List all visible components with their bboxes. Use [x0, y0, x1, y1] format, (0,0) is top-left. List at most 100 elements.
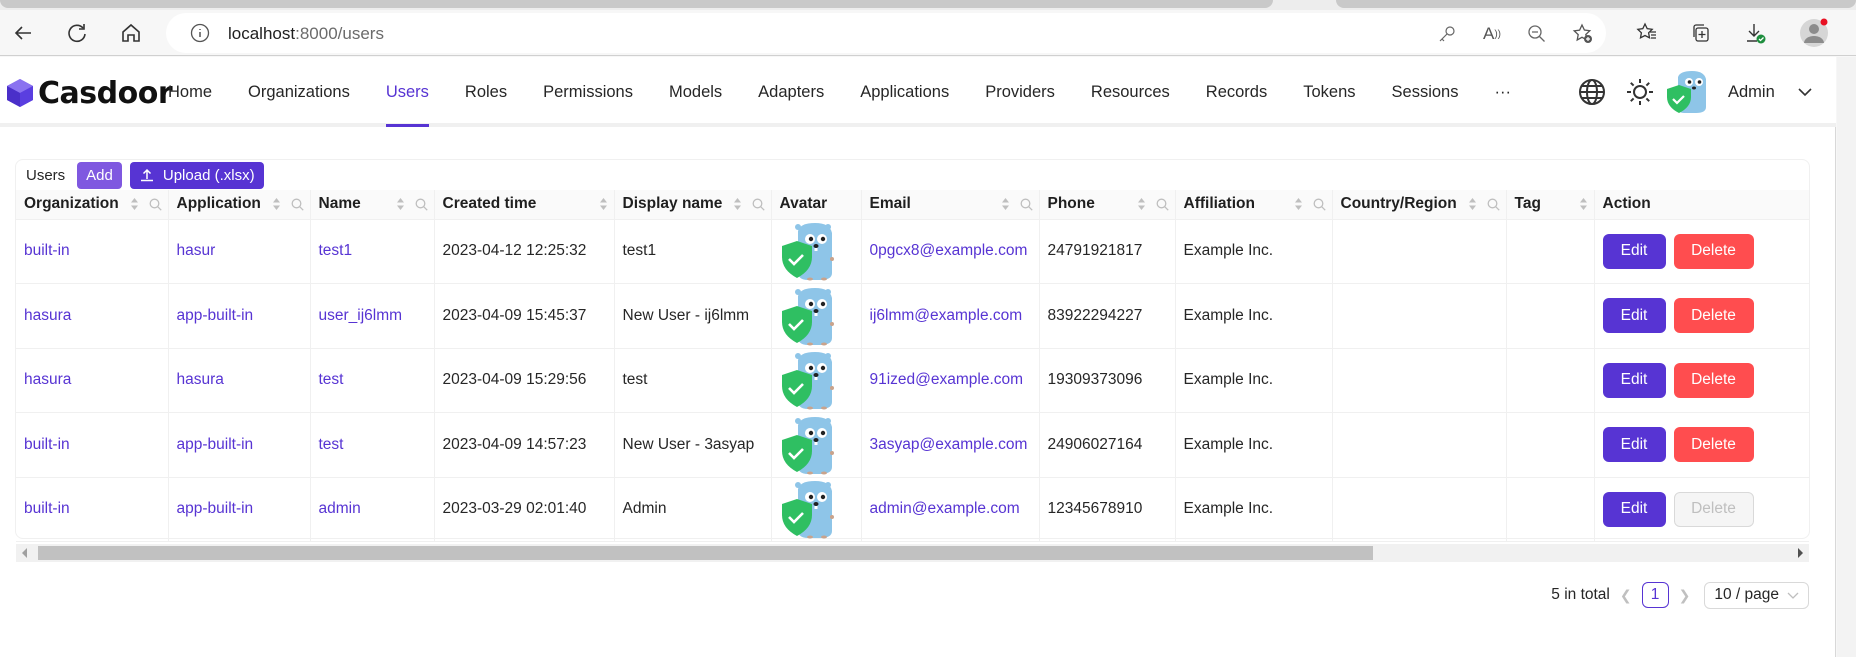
- browser-tab[interactable]: [1336, 0, 1856, 8]
- add-favorite-icon[interactable]: [1570, 21, 1596, 47]
- cell-name[interactable]: user_ij6lmm: [310, 283, 435, 349]
- column-header-application[interactable]: Application: [168, 190, 311, 220]
- nav-adapters[interactable]: Adapters: [740, 57, 842, 127]
- cell-email[interactable]: 3asyap@example.com: [861, 412, 1040, 478]
- cell-email[interactable]: 0pgcx8@example.com: [861, 219, 1040, 284]
- search-icon[interactable]: [1313, 198, 1326, 211]
- upload-xlsx-button[interactable]: Upload (.xlsx): [129, 161, 264, 189]
- sort-icon[interactable]: [272, 197, 281, 211]
- page-size-select[interactable]: 10 / page: [1704, 581, 1809, 609]
- nav-applications[interactable]: Applications: [842, 57, 967, 127]
- cell-name[interactable]: admin: [310, 477, 435, 542]
- zoom-out-icon[interactable]: [1524, 21, 1550, 47]
- info-icon[interactable]: [190, 23, 210, 43]
- scroll-right-arrow[interactable]: [1798, 548, 1803, 558]
- browser-tab[interactable]: [0, 0, 1273, 8]
- edit-button[interactable]: Edit: [1602, 298, 1666, 334]
- cell-organization[interactable]: hasura: [16, 283, 169, 349]
- nav-tokens[interactable]: Tokens: [1285, 57, 1373, 127]
- casdoor-logo[interactable]: Casdoor: [6, 73, 173, 113]
- cell-name[interactable]: test: [310, 348, 435, 413]
- profile-button[interactable]: [1797, 16, 1831, 50]
- cell-name[interactable]: test1: [310, 219, 435, 284]
- search-icon[interactable]: [415, 198, 428, 211]
- password-key-icon[interactable]: [1434, 21, 1460, 47]
- nav-resources[interactable]: Resources: [1073, 57, 1188, 127]
- search-icon[interactable]: [1487, 198, 1500, 211]
- nav-roles[interactable]: Roles: [447, 57, 525, 127]
- edit-button[interactable]: Edit: [1602, 491, 1666, 527]
- sort-icon[interactable]: [1137, 197, 1146, 211]
- user-avatar[interactable]: [1664, 69, 1710, 115]
- user-name[interactable]: Admin: [1728, 83, 1775, 102]
- cell-email[interactable]: admin@example.com: [861, 477, 1040, 542]
- sort-icon[interactable]: [1579, 197, 1588, 211]
- next-page-button[interactable]: ❯: [1679, 587, 1691, 604]
- theme-sun-icon[interactable]: [1626, 78, 1654, 106]
- delete-button[interactable]: Delete: [1673, 362, 1754, 398]
- cell-organization[interactable]: hasura: [16, 348, 169, 413]
- cell-application[interactable]: app-built-in: [168, 477, 311, 542]
- home-button[interactable]: [114, 16, 148, 50]
- search-icon[interactable]: [149, 198, 162, 211]
- column-header-organization[interactable]: Organization: [16, 190, 169, 220]
- sort-icon[interactable]: [1001, 197, 1010, 211]
- edit-button[interactable]: Edit: [1602, 362, 1666, 398]
- language-globe-icon[interactable]: [1578, 78, 1606, 106]
- page-scrollbar[interactable]: [1837, 57, 1856, 657]
- reload-button[interactable]: [60, 16, 94, 50]
- chevron-down-icon[interactable]: [1797, 84, 1813, 100]
- nav-organizations[interactable]: Organizations: [230, 57, 368, 127]
- scroll-left-arrow[interactable]: [22, 548, 27, 558]
- read-aloud-icon[interactable]: A)): [1479, 21, 1505, 47]
- column-header-country-region[interactable]: Country/Region: [1332, 190, 1507, 220]
- url-text[interactable]: localhost:8000/users: [228, 24, 384, 44]
- cell-application[interactable]: hasur: [168, 219, 311, 284]
- sort-icon[interactable]: [599, 197, 608, 211]
- cell-application[interactable]: app-built-in: [168, 412, 311, 478]
- back-button[interactable]: [6, 16, 40, 50]
- delete-button[interactable]: Delete: [1673, 233, 1754, 269]
- nav-models[interactable]: Models: [651, 57, 740, 127]
- cell-email[interactable]: 91ized@example.com: [861, 348, 1040, 413]
- delete-button[interactable]: Delete: [1673, 298, 1754, 334]
- search-icon[interactable]: [1020, 198, 1033, 211]
- downloads-button[interactable]: [1738, 16, 1772, 50]
- page-1-button[interactable]: 1: [1641, 582, 1669, 608]
- nav-home[interactable]: Home: [150, 57, 230, 127]
- cell-organization[interactable]: built-in: [16, 219, 169, 284]
- search-icon[interactable]: [1156, 198, 1169, 211]
- sort-icon[interactable]: [1468, 197, 1477, 211]
- nav-records[interactable]: Records: [1188, 57, 1285, 127]
- cell-application[interactable]: hasura: [168, 348, 311, 413]
- sort-icon[interactable]: [130, 197, 139, 211]
- column-header-name[interactable]: Name: [310, 190, 435, 220]
- nav-users[interactable]: Users: [368, 57, 447, 127]
- collections-button[interactable]: [1684, 16, 1718, 50]
- search-icon[interactable]: [752, 198, 765, 211]
- column-header-created-time[interactable]: Created time: [434, 190, 615, 220]
- sort-icon[interactable]: [733, 197, 742, 211]
- sort-icon[interactable]: [1294, 197, 1303, 211]
- scrollbar-thumb[interactable]: [38, 546, 1373, 560]
- column-header-tag[interactable]: Tag: [1506, 190, 1595, 220]
- horizontal-scrollbar[interactable]: [16, 544, 1809, 562]
- address-bar[interactable]: localhost:8000/users A)): [166, 13, 1606, 53]
- nav-providers[interactable]: Providers: [967, 57, 1073, 127]
- nav-more[interactable]: ···: [1476, 57, 1528, 127]
- column-header-phone[interactable]: Phone: [1039, 190, 1176, 220]
- prev-page-button[interactable]: ❮: [1620, 587, 1632, 604]
- column-header-display-name[interactable]: Display name: [614, 190, 772, 220]
- cell-name[interactable]: test: [310, 412, 435, 478]
- delete-button[interactable]: Delete: [1673, 427, 1754, 463]
- cell-organization[interactable]: built-in: [16, 412, 169, 478]
- cell-application[interactable]: app-built-in: [168, 283, 311, 349]
- cell-email[interactable]: ij6lmm@example.com: [861, 283, 1040, 349]
- favorites-button[interactable]: [1630, 16, 1664, 50]
- nav-permissions[interactable]: Permissions: [525, 57, 651, 127]
- edit-button[interactable]: Edit: [1602, 233, 1666, 269]
- sort-icon[interactable]: [396, 197, 405, 211]
- edit-button[interactable]: Edit: [1602, 427, 1666, 463]
- column-header-email[interactable]: Email: [861, 190, 1040, 220]
- add-user-button[interactable]: Add: [77, 161, 122, 189]
